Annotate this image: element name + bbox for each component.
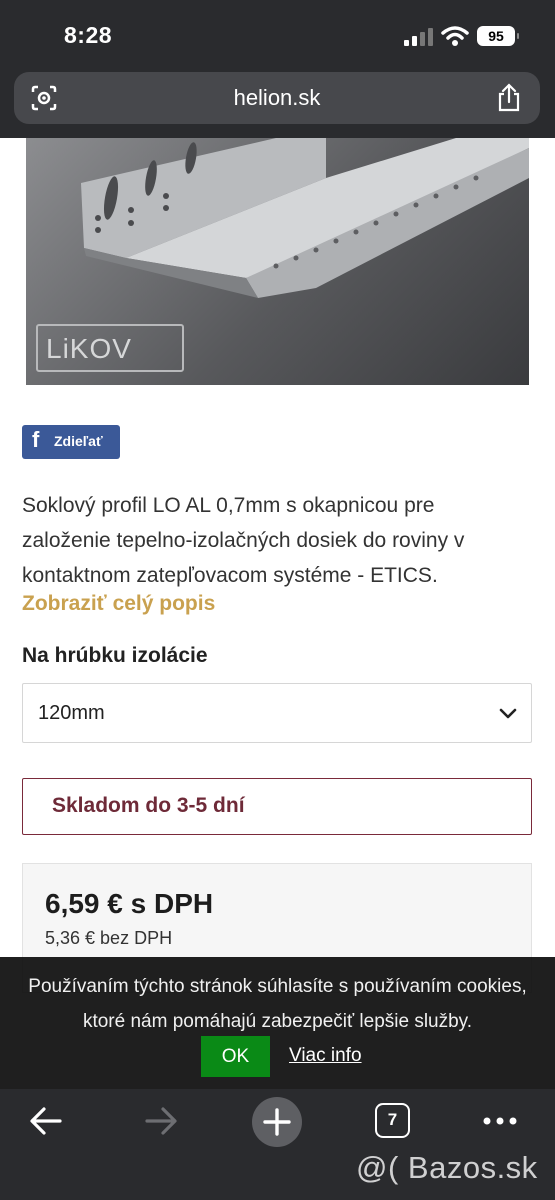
status-time: 8:28 xyxy=(64,22,113,48)
plus-icon xyxy=(263,1108,291,1136)
price-with-vat: 6,59 € s DPH xyxy=(45,888,214,919)
insulation-thickness-label: Na hrúbku izolácie xyxy=(22,644,208,667)
battery-indicator: 95 xyxy=(477,26,519,46)
facebook-share-button[interactable]: f Zdieľať xyxy=(22,425,120,459)
new-tab-button[interactable] xyxy=(252,1097,302,1147)
address-bar[interactable]: helion.sk xyxy=(14,72,540,124)
back-arrow-icon[interactable] xyxy=(28,1101,64,1141)
chevron-down-icon xyxy=(499,708,517,719)
share-icon[interactable] xyxy=(496,83,522,113)
share-label: Zdieľať xyxy=(54,433,103,449)
cookie-more-info-link[interactable]: Viac info xyxy=(289,1045,362,1067)
product-image: LiKOV xyxy=(26,138,529,385)
price-without-vat: 5,36 € bez DPH xyxy=(45,928,173,948)
selected-option: 120mm xyxy=(38,702,105,724)
cookie-banner: Používaním týchto stránok súhlasíte s po… xyxy=(0,957,555,1089)
browser-top-chrome: 8:28 95 helion.sk xyxy=(0,0,555,138)
brand-logo: LiKOV xyxy=(36,324,184,372)
cellular-signal-icon xyxy=(404,28,434,46)
url-text[interactable]: helion.sk xyxy=(14,85,540,111)
stock-status-box: Skladom do 3-5 dní xyxy=(22,778,532,835)
facebook-icon: f xyxy=(32,427,40,452)
insulation-thickness-select[interactable]: 120mm xyxy=(22,683,532,743)
wifi-icon xyxy=(441,26,469,46)
brand-logo-text: LiKOV xyxy=(46,333,132,364)
cookie-banner-text: Používaním týchto stránok súhlasíte s po… xyxy=(28,976,527,1032)
watermark: @( Bazos.sk xyxy=(356,1150,538,1185)
tab-switcher-button[interactable]: 7 xyxy=(375,1103,410,1138)
more-options-icon[interactable] xyxy=(480,1101,520,1141)
forward-arrow-icon[interactable] xyxy=(143,1101,179,1141)
stock-status-text: Skladom do 3-5 dní xyxy=(52,794,245,817)
product-description: Soklový profil LO AL 0,7mm s okapnicou p… xyxy=(22,494,465,587)
show-full-description-link[interactable]: Zobraziť celý popis xyxy=(22,592,215,616)
cookie-ok-button[interactable]: OK xyxy=(201,1036,270,1077)
